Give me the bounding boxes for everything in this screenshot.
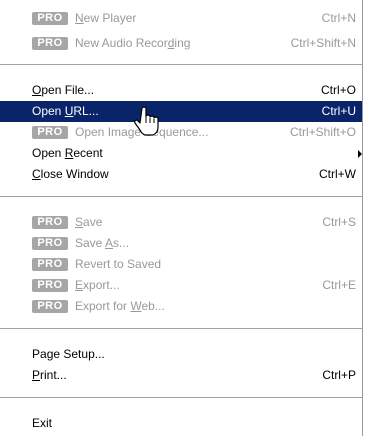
menu-item-shortcut: Ctrl+O [320,83,356,97]
menu-item-shortcut: Ctrl+E [322,278,356,292]
pro-badge: PRO [32,37,68,50]
menu-item-save-as: PRO Save As... [0,233,362,254]
menu-item-shortcut: Ctrl+Shift+O [289,125,356,139]
menu-item-label: New Audio Recording [75,36,191,50]
menu-item-shortcut: Ctrl+W [319,167,356,181]
menu-item-label: Page Setup... [32,347,105,361]
menu-separator-highlight [0,398,362,399]
menu-item-open-file[interactable]: Open File... Ctrl+O [0,80,362,101]
pro-badge: PRO [32,237,68,250]
menu-item-label: Export... [75,278,120,292]
menu-item-label: Open URL... [32,104,99,118]
menu-item-label: New Player [75,11,137,25]
menu-item-revert-to-saved: PRO Revert to Saved [0,254,362,275]
menu-item-label: Exit [32,416,53,430]
menu-item-print[interactable]: Print... Ctrl+P [0,365,362,386]
menu-separator-highlight [0,197,362,198]
pro-badge: PRO [32,258,68,271]
menu-item-new-audio-recording: PRO New Audio Recording Ctrl+Shift+N [0,33,362,54]
menu-item-export: PRO Export... Ctrl+E [0,275,362,296]
menu-item-open-recent[interactable]: Open Recent [0,143,362,164]
menu-item-label: Close Window [32,167,109,181]
menu-item-new-player: PRO New Player Ctrl+N [0,8,362,29]
menu-item-label: Save As... [75,236,130,250]
menu-item-shortcut: Ctrl+S [322,215,356,229]
menu-item-label: Save [75,215,103,229]
pro-badge: PRO [32,216,68,229]
pro-badge: PRO [32,12,68,25]
menu-item-export-for-web: PRO Export for Web... [0,296,362,317]
pro-badge: PRO [32,126,68,139]
menu-item-shortcut: Ctrl+U [321,104,356,118]
menu-item-label: Export for Web... [75,299,165,313]
menu-item-label: Open File... [32,83,95,97]
menu-item-page-setup[interactable]: Page Setup... [0,344,362,365]
pro-badge: PRO [32,300,68,313]
menu-separator-highlight [0,65,362,66]
menu-item-label: Open Recent [32,146,103,160]
menu-item-shortcut: Ctrl+N [321,11,356,25]
menu-separator-highlight [0,329,362,330]
menu-item-shortcut: Ctrl+Shift+N [290,36,356,50]
menu-item-save: PRO Save Ctrl+S [0,212,362,233]
menu-item-exit[interactable]: Exit [0,413,362,434]
menu-item-close-window[interactable]: Close Window Ctrl+W [0,164,362,185]
file-menu: PRO New Player Ctrl+N PRO New Audio Reco… [0,0,363,436]
menu-item-shortcut: Ctrl+P [322,368,356,382]
menu-item-open-image-sequence: PRO Open Image Sequence... Ctrl+Shift+O [0,122,362,143]
menu-item-open-url[interactable]: Open URL... Ctrl+U [0,101,362,122]
menu-item-label: Print... [32,368,67,382]
pro-badge: PRO [32,279,68,292]
menu-item-label: Revert to Saved [75,257,162,271]
hand-pointer-icon [134,106,159,136]
submenu-arrow-icon [358,150,362,158]
